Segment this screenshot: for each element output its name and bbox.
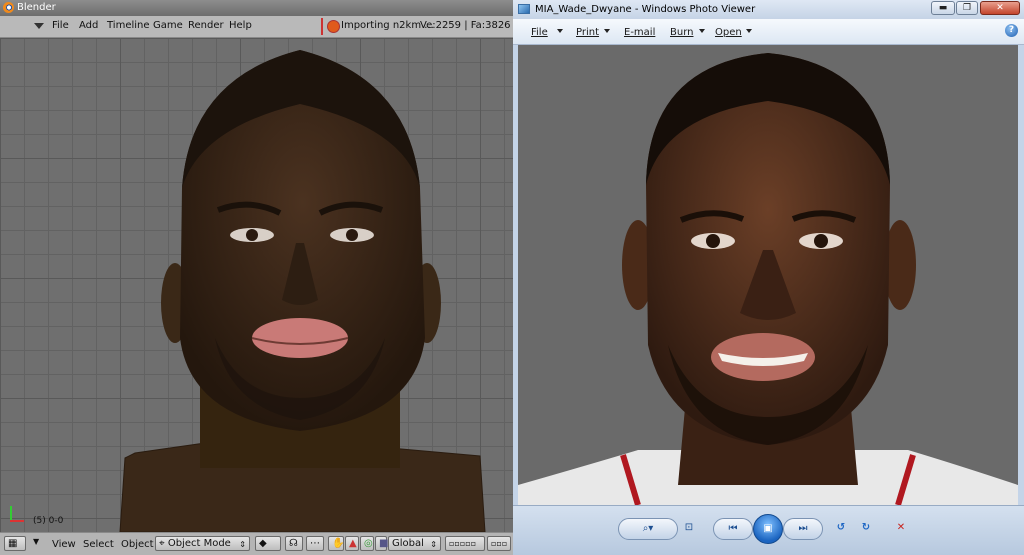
pivot-icon[interactable]: ☊ [285,536,303,551]
blender-window: Blender File Add Timeline Game Render He… [0,0,513,555]
blender-title-bar: Blender [0,0,513,16]
shading-select[interactable]: ◆ [255,536,281,551]
menu-open[interactable]: Open [715,27,742,38]
actual-size-button[interactable]: ⊡ [678,518,700,540]
footer-view[interactable]: View [52,539,76,550]
menu-toggle-icon[interactable] [34,23,44,29]
blender-menu-bar: File Add Timeline Game Render Help Impor… [0,16,513,38]
footer-select[interactable]: Select [83,539,114,550]
cancel-import-icon[interactable] [327,20,340,33]
layer-buttons-a[interactable]: ▫▫▫▫▫ [445,536,485,551]
portrait-photo [518,53,1018,505]
chevron-down-icon: ⇕ [430,540,437,549]
zoom-button[interactable]: ⌕▾ [618,518,678,540]
editor-type-icon[interactable]: ▦ [4,536,26,551]
menu-file[interactable]: File [52,20,69,31]
chevron-down-icon: ⇕ [239,540,246,549]
next-button[interactable]: ⏭ [783,518,823,540]
restore-button[interactable]: ❐ [956,1,978,15]
menu-help[interactable]: Help [229,20,252,31]
footer-object[interactable]: Object [121,539,154,550]
translate-icon[interactable]: ▲ [345,536,359,551]
y-axis-icon [10,506,12,520]
orientation-value: Global [392,538,424,549]
photo-viewer-controls: ⌕▾ ⊡ ⏮ ▣ ⏭ ↺ ↻ ✕ [513,505,1024,555]
menu-print[interactable]: Print [576,27,599,38]
frame-coordinate: (5) 0-0 [33,516,64,526]
mode-value: Object Mode [167,538,231,549]
photo-viewer-title: MIA_Wade_Dwyane - Windows Photo Viewer [535,4,756,15]
scene-stats: Ve:2259 | Fa:3826 | O [420,20,513,31]
photo-viewer-app-icon [518,4,530,14]
3d-viewport[interactable]: (5) 0-0 [0,38,513,532]
blender-title: Blender [17,2,56,13]
menu-email[interactable]: E-mail [624,27,655,38]
chevron-down-icon[interactable] [746,29,752,33]
minimize-button[interactable]: ▬ [931,1,955,15]
menu-render[interactable]: Render [188,20,224,31]
layers-icon[interactable]: ⋯ [306,536,324,551]
menu-file[interactable]: File [531,27,548,38]
close-button[interactable]: ✕ [980,1,1020,15]
head-model [119,50,486,532]
menu-burn[interactable]: Burn [670,27,693,38]
menu-add[interactable]: Add [79,20,98,31]
photo-viewer-window: MIA_Wade_Dwyane - Windows Photo Viewer ▬… [513,0,1024,555]
menu-game[interactable]: Game [153,20,183,31]
chevron-down-icon[interactable] [699,29,705,33]
footer-toggle-icon[interactable]: ▼ [33,537,39,546]
rotate-ccw-button[interactable]: ↺ [831,518,851,540]
hand-icon[interactable]: ✋ [328,536,344,551]
menu-timeline[interactable]: Timeline [107,20,150,31]
slideshow-button[interactable]: ▣ [753,514,783,544]
blender-footer: ▦ ▼ View Select Object ⌖ Object Mode ⇕ ◆… [0,532,513,555]
photo-display[interactable] [518,45,1018,505]
help-icon[interactable]: ? [1005,24,1018,37]
status-separator [321,18,323,35]
orientation-select[interactable]: Global ⇕ [388,536,441,551]
x-axis-icon [10,520,24,522]
rotate-icon[interactable]: ◎ [360,536,374,551]
delete-button[interactable]: ✕ [891,518,911,540]
previous-button[interactable]: ⏮ [713,518,753,540]
blender-logo-icon [3,2,14,13]
mode-select[interactable]: ⌖ Object Mode ⇕ [155,536,250,551]
rotate-cw-button[interactable]: ↻ [856,518,876,540]
scale-icon[interactable]: ■ [375,536,388,551]
chevron-down-icon[interactable] [604,29,610,33]
mode-icon: ⌖ [159,538,165,549]
layer-buttons-b[interactable]: ▫▫▫ [487,536,511,551]
photo-viewer-title-bar: MIA_Wade_Dwyane - Windows Photo Viewer ▬… [513,0,1024,19]
photo-viewer-menu-bar: File Print E-mail Burn Open ? [513,19,1024,45]
chevron-down-icon[interactable] [557,29,563,33]
